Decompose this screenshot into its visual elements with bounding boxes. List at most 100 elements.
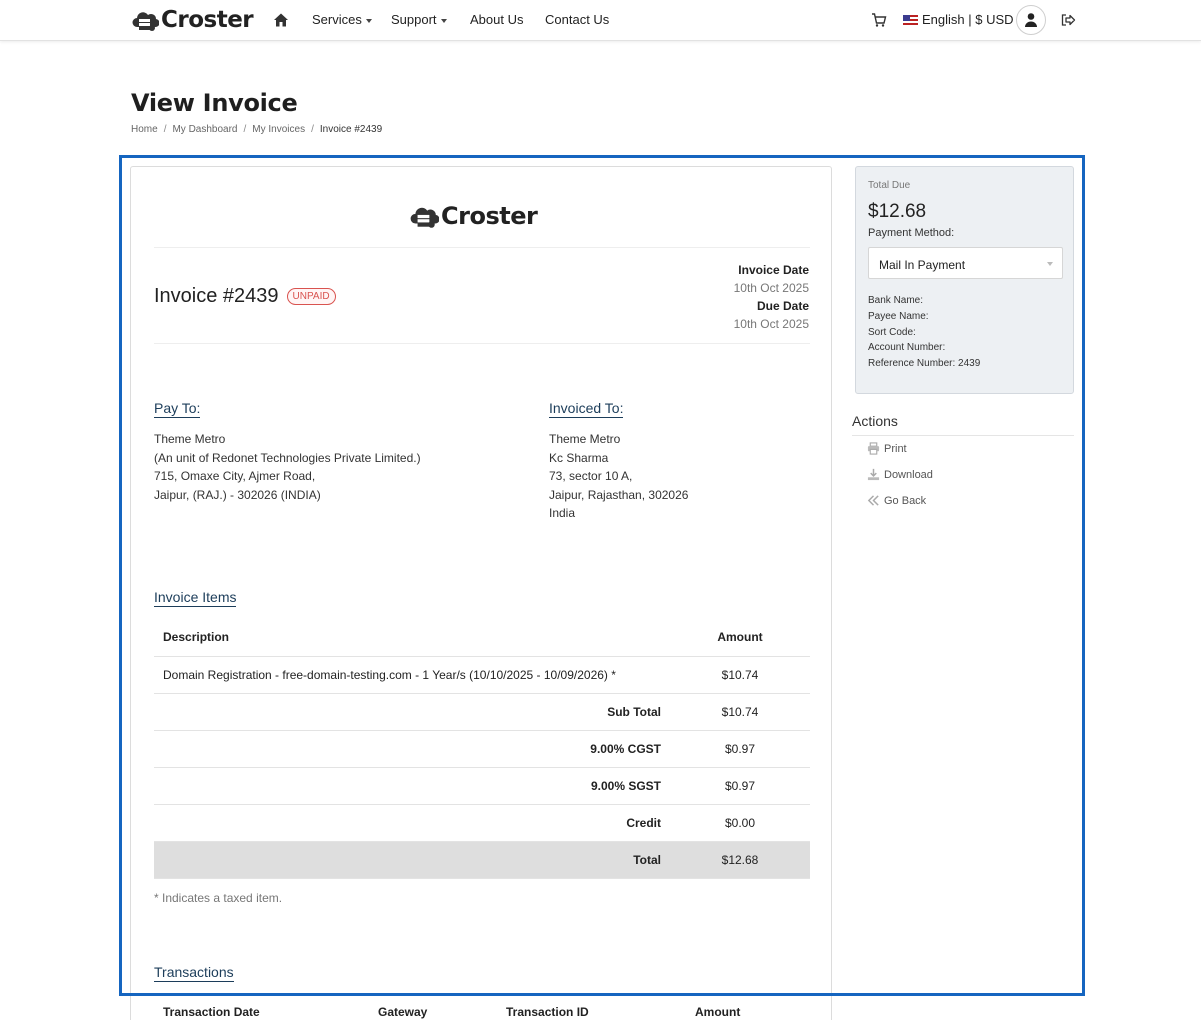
subtotal-row: Sub Total $10.74 (154, 693, 810, 731)
nav-services[interactable]: Services (312, 12, 372, 27)
summary-label: Total (154, 841, 670, 879)
breadcrumb-dashboard[interactable]: My Dashboard (172, 124, 237, 135)
payment-method-value: Mail In Payment (879, 258, 966, 272)
breadcrumb-separator: / (311, 124, 314, 135)
invoice-brand-name: Croster (441, 202, 538, 230)
sgst-row: 9.00% SGST $0.97 (154, 767, 810, 805)
nav-support-label: Support (391, 12, 437, 27)
us-flag-icon (903, 14, 918, 25)
address-line: Jaipur, Rajasthan, 302026 (549, 487, 689, 502)
summary-amount: $10.74 (670, 693, 810, 731)
print-icon (867, 442, 880, 455)
breadcrumb-current: Invoice #2439 (319, 124, 383, 135)
address-line: Theme Metro (549, 432, 621, 446)
summary-label: 9.00% CGST (154, 730, 670, 768)
invoiced-to-address: Theme Metro Kc Sharma 73, sector 10 A, J… (549, 430, 688, 523)
user-icon (1025, 13, 1037, 27)
download-icon (867, 468, 880, 481)
page-title: View Invoice (131, 89, 298, 117)
column-header-amount: Amount (670, 618, 810, 657)
address-line: 715, Omaxe City, Ajmer Road, (154, 469, 316, 483)
download-button[interactable]: Download (867, 468, 933, 481)
due-date-label: Due Date (756, 299, 809, 313)
breadcrumb: Home / My Dashboard / My Invoices / Invoice #2… (131, 124, 382, 135)
nav-contact-us[interactable]: Contact Us (545, 12, 609, 27)
logout-icon[interactable] (1060, 12, 1076, 28)
brand-name: Croster (161, 7, 254, 33)
address-line: (An unit of Redonet Technologies Private… (154, 450, 421, 465)
cloud-server-logo-icon (410, 207, 439, 228)
invoice-number-row: Invoice #2439 UNPAID (154, 285, 336, 308)
print-button[interactable]: Print (867, 442, 907, 455)
home-icon[interactable] (273, 12, 289, 28)
pay-to-heading: Pay To: (154, 400, 201, 418)
column-header-transaction-date: Transaction Date (163, 1005, 260, 1019)
address-line: Kc Sharma (549, 450, 609, 465)
caret-down-icon (365, 18, 372, 23)
download-label: Download (884, 468, 933, 481)
payment-method-label: Payment Method: (868, 227, 955, 239)
taxed-item-note: * Indicates a taxed item. (154, 891, 283, 905)
nav-support[interactable]: Support (391, 12, 447, 27)
invoice-date-label: Invoice Date (738, 263, 809, 277)
column-header-transaction-amount: Amount (695, 1005, 741, 1019)
go-back-label: Go Back (884, 494, 927, 507)
invoice-card: Croster Invoice #2439 UNPAID Invoice Dat… (130, 166, 832, 1020)
item-amount: $10.74 (670, 656, 810, 694)
chevron-down-icon (1047, 262, 1053, 266)
address-line: India (549, 506, 576, 520)
go-back-button[interactable]: Go Back (867, 494, 926, 507)
summary-label: Credit (154, 804, 670, 842)
invoice-number: Invoice #2439 (154, 285, 279, 307)
account-number-line: Account Number: (868, 342, 946, 354)
summary-amount: $0.00 (670, 804, 810, 842)
credit-row: Credit $0.00 (154, 804, 810, 842)
summary-label: Sub Total (154, 693, 670, 731)
table-row: Domain Registration - free-domain-testin… (154, 656, 810, 694)
invoiced-to-heading: Invoiced To: (549, 400, 624, 418)
transactions-heading: Transactions (154, 964, 234, 982)
user-account-button[interactable] (1016, 5, 1046, 35)
invoice-dates: Invoice Date 10th Oct 2025 Due Date 10th… (734, 261, 809, 333)
address-line: 73, sector 10 A, (549, 469, 633, 483)
item-description: Domain Registration - free-domain-testin… (154, 656, 670, 694)
invoice-date-value: 10th Oct 2025 (733, 281, 809, 295)
cart-icon[interactable] (871, 12, 887, 28)
divider (852, 435, 1074, 436)
column-header-transaction-id: Transaction ID (506, 1005, 589, 1019)
nav-about-us[interactable]: About Us (470, 12, 523, 27)
total-row: Total $12.68 (154, 841, 810, 879)
print-label: Print (884, 442, 907, 455)
bank-details: Bank Name: Payee Name: Sort Code: Accoun… (868, 293, 980, 372)
summary-amount: $12.68 (670, 841, 810, 879)
double-chevron-left-icon (867, 495, 879, 506)
table-header-row: Description Amount (154, 618, 810, 657)
invoice-logo: Croster (409, 201, 538, 231)
total-due-amount: $12.68 (868, 201, 927, 222)
column-header-description: Description (154, 618, 670, 657)
due-date-value: 10th Oct 2025 (733, 317, 809, 331)
caret-down-icon (440, 18, 447, 23)
cgst-row: 9.00% CGST $0.97 (154, 730, 810, 768)
breadcrumb-separator: / (243, 124, 247, 135)
bank-name-line: Bank Name: (868, 295, 924, 306)
total-due-panel: Total Due $12.68 Payment Method: Mail In… (855, 166, 1074, 394)
summary-amount: $0.97 (670, 730, 810, 768)
total-due-label: Total Due (868, 180, 911, 191)
brand-logo[interactable]: Croster (131, 5, 254, 35)
divider (154, 247, 810, 248)
sort-code-line: Sort Code: (868, 326, 916, 338)
address-line: Theme Metro (154, 432, 226, 446)
payee-name-line: Payee Name: (868, 310, 929, 322)
status-badge: UNPAID (286, 288, 336, 305)
invoice-items-heading: Invoice Items (154, 589, 237, 607)
breadcrumb-separator: / (163, 124, 167, 135)
summary-amount: $0.97 (670, 767, 810, 805)
language-currency-selector[interactable]: English | $ USD (903, 12, 1014, 27)
breadcrumb-invoices[interactable]: My Invoices (252, 124, 305, 135)
divider (154, 343, 810, 344)
column-header-gateway: Gateway (378, 1005, 428, 1019)
breadcrumb-home[interactable]: Home (131, 124, 158, 135)
summary-label: 9.00% SGST (154, 767, 670, 805)
payment-method-select[interactable]: Mail In Payment (868, 247, 1063, 279)
